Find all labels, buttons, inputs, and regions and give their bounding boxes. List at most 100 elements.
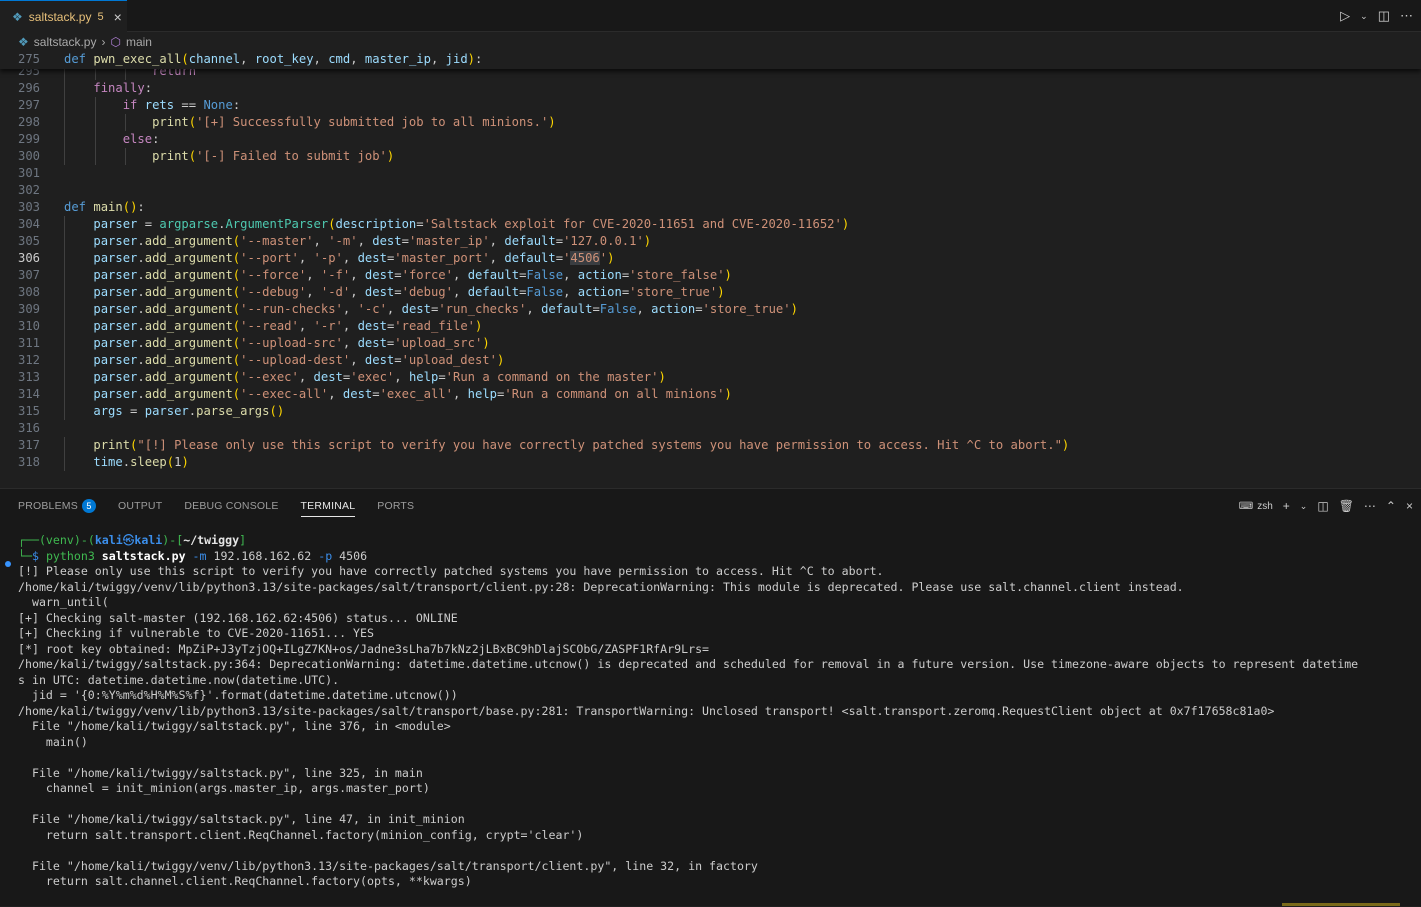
terminal-output[interactable]: ┌──(venv)-(kali㉿kali)-[~/twiggy] └─$ pyt… bbox=[0, 533, 1421, 907]
code-text: parser.add_argument('--exec-all', dest='… bbox=[93, 387, 732, 401]
indent-guide bbox=[64, 437, 65, 454]
terminal-icon: ⌨ bbox=[1238, 500, 1254, 512]
terminal-line: /home/kali/twiggy/saltstack.py:364: Depr… bbox=[18, 657, 1359, 671]
prompt-line-1: ┌──(venv)-(kali㉿kali)-[~/twiggy] bbox=[18, 533, 247, 547]
indent-guide bbox=[64, 369, 65, 386]
terminal-line: [+] Checking if vulnerable to CVE-2020-1… bbox=[18, 626, 374, 640]
command-ip: 192.168.162.62 bbox=[213, 548, 312, 563]
line-number: 307 bbox=[17, 268, 40, 282]
tab-debug-console[interactable]: DEBUG CONSOLE bbox=[184, 489, 278, 523]
tab-problems[interactable]: PROBLEMS 5 bbox=[18, 489, 96, 523]
code-text: print('[-] Failed to submit job') bbox=[152, 149, 395, 163]
prompt-at: ㉿ bbox=[122, 533, 135, 547]
indent-guide bbox=[64, 318, 65, 335]
terminal-line: [+] Checking salt-master (192.168.162.62… bbox=[18, 610, 458, 625]
indent-guide bbox=[94, 131, 96, 148]
code-line[interactable]: 297 if rets == None: bbox=[0, 97, 1421, 114]
editor-tab-bar: ❖ saltstack.py 5 × ▷ ⌄ ◫ ⋯ bbox=[0, 0, 1421, 32]
line-number: 313 bbox=[17, 370, 40, 384]
line-number: 301 bbox=[17, 166, 40, 180]
split-terminal-icon[interactable]: ◫ bbox=[1317, 499, 1328, 513]
tab-terminal[interactable]: TERMINAL bbox=[300, 489, 356, 523]
command-flag-p: -p bbox=[318, 548, 333, 563]
indent-guide bbox=[94, 114, 96, 131]
trash-icon[interactable]: 🗑 bbox=[1339, 499, 1354, 513]
more-actions-icon[interactable]: ⋯ bbox=[1400, 8, 1413, 24]
code-line[interactable]: 304 parser = argparse.ArgumentParser(des… bbox=[0, 216, 1421, 233]
code-editor[interactable]: 275 def pwn_exec_all(channel, root_key, … bbox=[0, 52, 1421, 488]
indent-guide bbox=[64, 454, 65, 471]
terminal-line: File "/home/kali/twiggy/saltstack.py", l… bbox=[18, 765, 423, 780]
code-line[interactable]: 310 parser.add_argument('--read', '-r', … bbox=[0, 318, 1421, 335]
line-number: 316 bbox=[17, 421, 40, 435]
code-line[interactable]: 311 parser.add_argument('--upload-src', … bbox=[0, 335, 1421, 352]
code-line[interactable]: 314 parser.add_argument('--exec-all', de… bbox=[0, 386, 1421, 403]
code-line[interactable]: 300 print('[-] Failed to submit job') bbox=[0, 148, 1421, 165]
indent-guide bbox=[64, 386, 65, 403]
line-number: 309 bbox=[17, 302, 40, 316]
line-number: 305 bbox=[17, 234, 40, 248]
code-line[interactable]: 307 parser.add_argument('--force', '-f',… bbox=[0, 267, 1421, 284]
code-line[interactable]: 301 bbox=[0, 165, 1421, 182]
code-line[interactable]: 303 def main(): bbox=[0, 199, 1421, 216]
split-editor-icon[interactable]: ◫ bbox=[1378, 8, 1390, 24]
code-line[interactable]: 315 args = parser.parse_args() bbox=[0, 403, 1421, 420]
shell-name: zsh bbox=[1257, 500, 1273, 512]
indent-guide bbox=[64, 114, 65, 131]
line-number: 296 bbox=[17, 81, 40, 95]
line-number: 300 bbox=[17, 149, 40, 163]
tab-label: OUTPUT bbox=[117, 500, 163, 512]
command-status-dot-icon[interactable] bbox=[5, 561, 11, 567]
breadcrumb-file[interactable]: saltstack.py bbox=[34, 35, 97, 49]
code-line[interactable]: 305 parser.add_argument('--master', '-m'… bbox=[0, 233, 1421, 250]
code-text: parser.add_argument('--read', '-r', dest… bbox=[93, 319, 483, 333]
chevron-down-icon[interactable]: ⌄ bbox=[1300, 501, 1308, 512]
code-line[interactable]: 317 print("[!] Please only use this scri… bbox=[0, 437, 1421, 454]
function-symbol-icon: ⬡ bbox=[110, 35, 121, 49]
new-terminal-icon[interactable]: + bbox=[1283, 499, 1290, 513]
indent-guide bbox=[94, 148, 96, 165]
indent-guide bbox=[64, 335, 65, 352]
close-panel-icon[interactable]: × bbox=[1406, 499, 1413, 513]
code-line[interactable]: 313 parser.add_argument('--exec', dest='… bbox=[0, 369, 1421, 386]
indent-guide bbox=[64, 216, 65, 233]
terminal-line: jid = '{0:%Y%m%d%H%M%S%f}'.format(dateti… bbox=[18, 688, 458, 702]
indent-guide bbox=[64, 301, 65, 318]
line-number: 303 bbox=[17, 200, 40, 214]
line-number: 314 bbox=[17, 387, 40, 401]
breadcrumb-symbol[interactable]: main bbox=[126, 35, 152, 49]
code-line[interactable]: 302 bbox=[0, 182, 1421, 199]
editor-actions: ▷ ⌄ ◫ ⋯ bbox=[1340, 0, 1413, 32]
code-line[interactable]: 316 bbox=[0, 420, 1421, 437]
line-number: 311 bbox=[17, 336, 40, 350]
line-number: 318 bbox=[17, 455, 40, 469]
code-text: def main(): bbox=[64, 200, 145, 214]
maximize-panel-icon[interactable]: ⌃ bbox=[1386, 499, 1396, 513]
tab-output[interactable]: OUTPUT bbox=[118, 489, 162, 523]
tab-filename: saltstack.py bbox=[28, 9, 92, 24]
tab-ports[interactable]: PORTS bbox=[377, 489, 414, 523]
terminal-line: return salt.transport.client.ReqChannel.… bbox=[18, 827, 584, 842]
breadcrumb: ❖ saltstack.py › ⬡ main bbox=[0, 32, 1421, 52]
run-dropdown-chevron-icon[interactable]: ⌄ bbox=[1360, 11, 1368, 22]
more-actions-icon[interactable]: ⋯ bbox=[1364, 499, 1376, 513]
indent-guide bbox=[64, 250, 65, 267]
code-line[interactable]: 299 else: bbox=[0, 131, 1421, 148]
code-line[interactable]: 312 parser.add_argument('--upload-dest',… bbox=[0, 352, 1421, 369]
terminal-line: channel = init_minion(args.master_ip, ar… bbox=[18, 781, 430, 795]
run-icon[interactable]: ▷ bbox=[1340, 8, 1350, 24]
code-line[interactable]: 298 print('[+] Successfully submitted jo… bbox=[0, 114, 1421, 131]
tab-saltstack-py[interactable]: ❖ saltstack.py 5 × bbox=[0, 0, 127, 32]
code-line[interactable]: 309 parser.add_argument('--run-checks', … bbox=[0, 301, 1421, 318]
terminal-shell-selector[interactable]: ⌨ zsh bbox=[1239, 501, 1273, 512]
terminal-line: warn_until( bbox=[18, 595, 109, 609]
code-line[interactable]: 296 finally: bbox=[0, 80, 1421, 97]
code-line[interactable]: 306 parser.add_argument('--port', '-p', … bbox=[0, 250, 1421, 267]
line-number: 299 bbox=[17, 132, 40, 146]
code-line[interactable]: 318 time.sleep(1) bbox=[0, 454, 1421, 471]
close-tab-icon[interactable]: × bbox=[114, 9, 122, 25]
sticky-scroll-line[interactable]: 275 def pwn_exec_all(channel, root_key, … bbox=[0, 52, 1421, 69]
code-line[interactable]: 308 parser.add_argument('--debug', '-d',… bbox=[0, 284, 1421, 301]
terminal-line: /home/kali/twiggy/venv/lib/python3.13/si… bbox=[18, 579, 1184, 594]
terminal-line: return salt.channel.client.ReqChannel.fa… bbox=[18, 874, 472, 888]
